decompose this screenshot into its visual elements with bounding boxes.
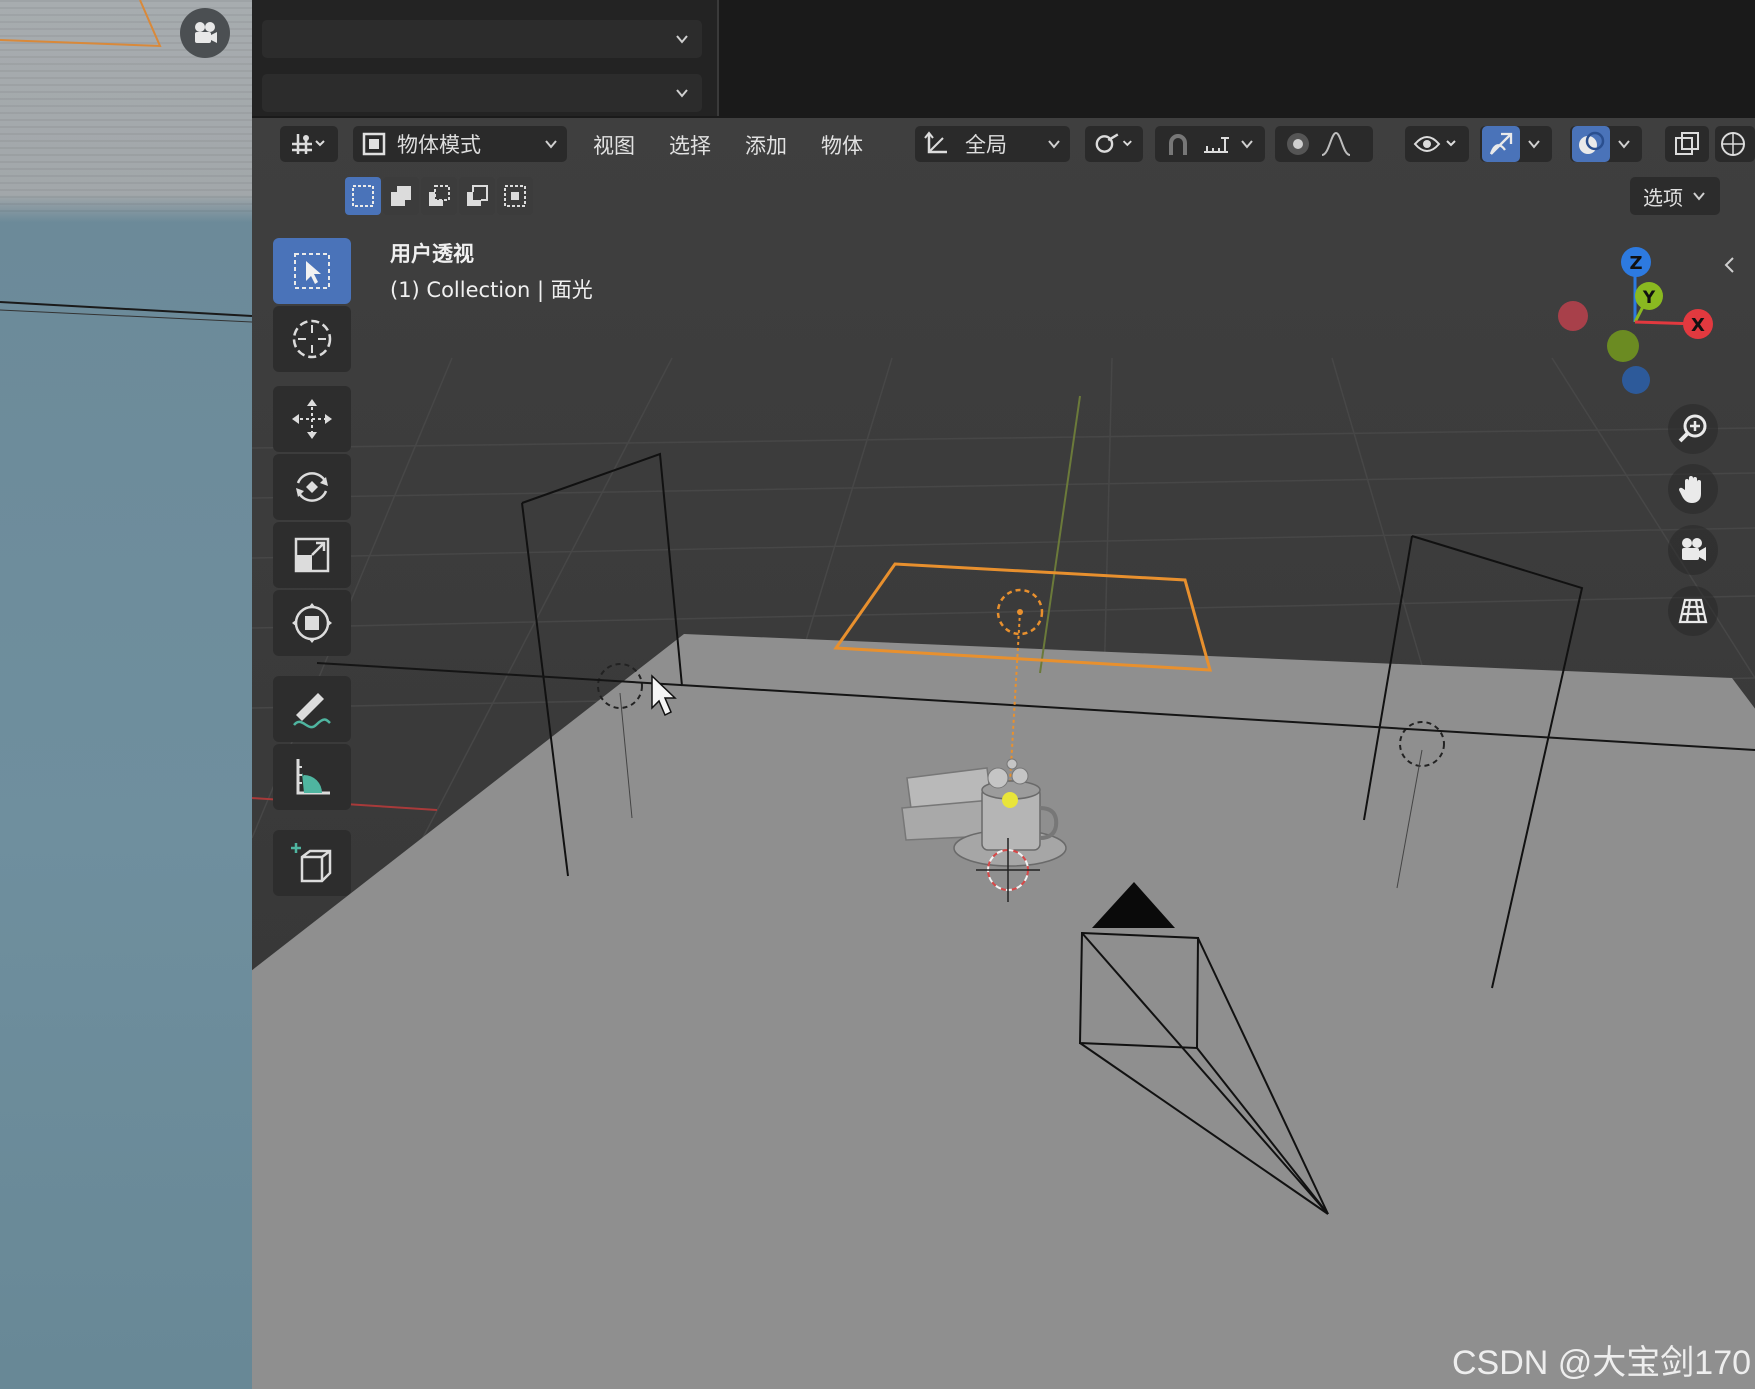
transform-icon [292,603,332,643]
select-new-icon [352,185,374,207]
tool-transform[interactable] [273,590,351,656]
chevron-down-icon [1528,140,1540,149]
visibility-dropdown[interactable] [1405,126,1469,162]
chevron-down-icon [676,89,688,98]
editor-type-button[interactable] [280,126,338,162]
property-dropdown-2[interactable] [262,74,702,112]
wireframe-sphere-icon [1721,132,1745,156]
select-extend-icon [391,186,411,206]
tool-add-cube[interactable] [273,830,351,896]
rotate-icon [296,472,328,502]
snap-controls[interactable] [1155,126,1265,162]
left-editor-area [0,0,252,1389]
viewport-collection-label: (1) Collection | 面光 [390,278,593,302]
neg-z-axis-handle[interactable] [1622,366,1650,394]
gizmo-toggle[interactable] [1480,126,1552,162]
property-dropdown-1[interactable] [262,20,702,58]
options-dropdown[interactable]: 选项 [1630,177,1720,215]
chevron-down-icon [545,140,557,149]
xray-icon [1675,132,1699,155]
x-axis-label: X [1691,315,1705,336]
object-mode-icon [362,132,386,156]
tool-annotate[interactable] [273,676,351,742]
viewport-scene [252,118,1755,1389]
camera-view-button[interactable] [1668,525,1718,575]
orientation-label: 全局 [965,133,1007,157]
select-new-button[interactable] [345,177,381,215]
select-box-icon [294,253,330,289]
viewport-perspective-label: 用户透视 [390,242,474,266]
snap-magnet-icon [1169,134,1187,155]
zoom-icon [1678,414,1707,443]
chevron-down-icon [1048,140,1060,149]
selection-mode-group [345,177,533,215]
sidebar-toggle-icon[interactable] [1722,255,1736,275]
overlay-icon [1572,126,1610,162]
pivot-link-icon [1095,133,1132,153]
chevron-down-icon [1241,140,1253,149]
xray-toggle[interactable] [1665,126,1709,162]
falloff-curve-icon [1321,131,1351,156]
annotate-icon [293,693,331,729]
tool-select-box[interactable] [273,238,351,304]
tool-move[interactable] [273,386,351,452]
menu-add[interactable]: 添加 [745,130,787,160]
viewport-header: 物体模式 视图 选择 添加 物体 全局 [275,122,1755,166]
zoom-button[interactable] [1668,404,1718,454]
tool-measure[interactable] [273,744,351,810]
3d-viewport[interactable] [252,118,1755,1389]
neg-y-axis-handle[interactable] [1607,330,1639,362]
scale-icon [294,537,330,573]
orientation-axes-icon [924,131,947,154]
chevron-down-icon [1693,192,1705,201]
mode-dropdown[interactable]: 物体模式 [353,126,567,162]
proportional-editing[interactable] [1275,126,1373,162]
move-icon [292,399,332,439]
navigation-gizmo[interactable]: Z Y X [1545,242,1715,402]
snap-increment-icon [1204,137,1229,153]
gizmo-icon [1482,126,1520,162]
chevron-down-icon [1618,140,1630,149]
select-invert-icon [467,185,488,206]
neg-x-axis-handle[interactable] [1558,301,1588,331]
pan-button[interactable] [1668,464,1718,514]
select-invert-button[interactable] [459,177,495,215]
shading-solid-button[interactable] [1715,126,1755,162]
select-subtract-icon [429,185,450,206]
ortho-grid-icon [1678,598,1708,624]
proportional-edit-icon [1287,133,1309,155]
mode-label: 物体模式 [397,133,481,157]
z-axis-label: Z [1629,253,1642,274]
select-intersect-icon [504,185,526,207]
measure-icon [296,759,330,795]
watermark-text: CSDN @大宝剑170 [1452,1344,1752,1382]
menu-select[interactable]: 选择 [669,130,711,160]
eye-icon [1413,136,1456,152]
y-axis-label: Y [1642,288,1656,308]
options-label: 选项 [1643,185,1683,210]
tool-cursor[interactable] [273,306,351,372]
cursor-icon [292,319,332,359]
tool-scale[interactable] [273,522,351,588]
camera-view-icon [1682,538,1706,561]
transform-orientation-dropdown[interactable]: 全局 [915,126,1070,162]
editor-type-icon [292,134,325,154]
pan-hand-icon [1678,476,1701,503]
select-intersect-button[interactable] [497,177,533,215]
add-cube-icon [291,843,332,883]
menu-object[interactable]: 物体 [821,130,863,160]
select-subtract-button[interactable] [421,177,457,215]
camera-icon[interactable] [180,8,230,58]
properties-panel [252,0,719,116]
ortho-toggle-button[interactable] [1668,586,1718,636]
select-extend-button[interactable] [383,177,419,215]
pivot-point-button[interactable] [1085,126,1143,162]
overlays-toggle[interactable] [1570,126,1642,162]
menu-view[interactable]: 视图 [593,130,635,160]
chevron-down-icon [676,35,688,44]
tool-rotate[interactable] [273,454,351,520]
